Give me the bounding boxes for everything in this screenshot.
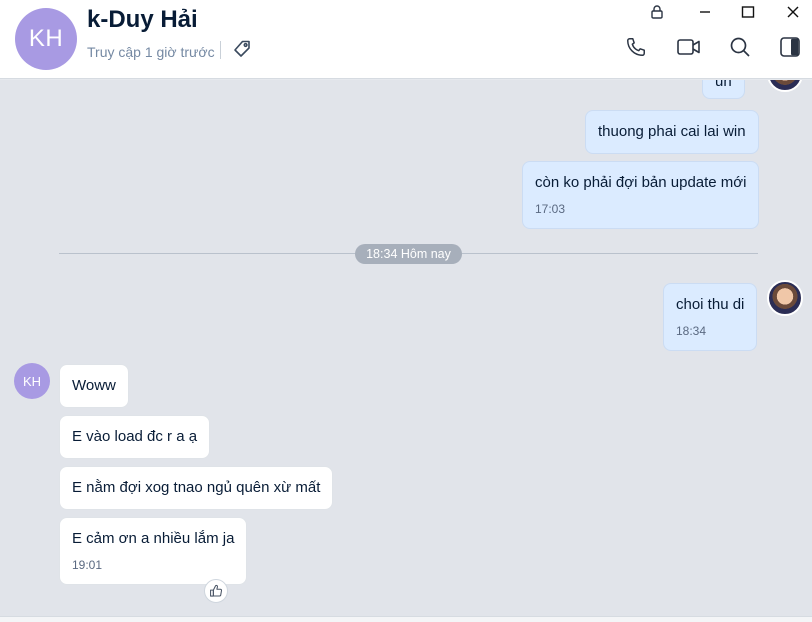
lock-icon[interactable] bbox=[646, 2, 668, 22]
maximize-icon[interactable] bbox=[737, 2, 759, 22]
message-bubble-received[interactable]: E cảm ơn a nhiều lắm ja 19:01 bbox=[59, 517, 248, 585]
composer-edge bbox=[0, 616, 812, 622]
message-text: un bbox=[715, 80, 732, 90]
date-divider-label: 18:34 Hôm nay bbox=[355, 244, 462, 264]
thumbs-up-icon[interactable] bbox=[204, 579, 228, 603]
video-call-icon[interactable] bbox=[676, 35, 702, 59]
message-bubble-sent[interactable]: còn ko phải đợi bản update mới 17:03 bbox=[522, 161, 760, 229]
message-time: 18:34 bbox=[676, 324, 707, 338]
message-bubble-received[interactable]: E nằm đợi xog tnao ngủ quên xừ mất bbox=[59, 466, 334, 510]
my-avatar[interactable] bbox=[767, 80, 803, 92]
phone-icon[interactable] bbox=[623, 35, 649, 59]
message-text: Woww bbox=[72, 377, 116, 394]
tag-icon[interactable] bbox=[232, 39, 252, 59]
message-time: 17:03 bbox=[535, 202, 566, 216]
message-bubble-sent[interactable]: choi thu di 18:34 bbox=[663, 283, 758, 351]
message-list[interactable]: un thuong phai cai lai win còn ko phải đ… bbox=[0, 80, 812, 616]
message-bubble-received[interactable]: E vào load đc r a ạ bbox=[59, 415, 211, 459]
search-icon[interactable] bbox=[727, 35, 753, 59]
contact-avatar[interactable]: KH bbox=[15, 8, 77, 70]
message-text: E vào load đc r a ạ bbox=[72, 428, 198, 445]
minimize-icon[interactable] bbox=[694, 2, 716, 22]
header-divider bbox=[220, 41, 221, 59]
message-bubble-sent[interactable]: thuong phai cai lai win bbox=[585, 110, 759, 154]
message-text: choi thu di bbox=[676, 296, 745, 313]
message-text: thuong phai cai lai win bbox=[598, 123, 746, 140]
chat-header: KH k-Duy Hải Truy cập 1 giờ trước bbox=[0, 0, 812, 79]
message-time: 19:01 bbox=[72, 558, 103, 572]
message-bubble-received[interactable]: Woww bbox=[59, 364, 129, 408]
message-text: còn ko phải đợi bản update mới bbox=[535, 174, 747, 191]
my-avatar[interactable] bbox=[767, 280, 803, 316]
close-icon[interactable] bbox=[782, 2, 804, 22]
last-seen-status: Truy cập 1 giờ trước bbox=[87, 44, 215, 60]
message-bubble-sent[interactable]: un bbox=[702, 80, 745, 99]
sender-avatar[interactable]: KH bbox=[14, 363, 50, 399]
message-text: E cảm ơn a nhiều lắm ja bbox=[72, 530, 235, 547]
contact-name[interactable]: k-Duy Hải bbox=[87, 6, 198, 34]
message-text: E nằm đợi xog tnao ngủ quên xừ mất bbox=[72, 479, 321, 496]
sidebar-toggle-icon[interactable] bbox=[777, 35, 803, 59]
